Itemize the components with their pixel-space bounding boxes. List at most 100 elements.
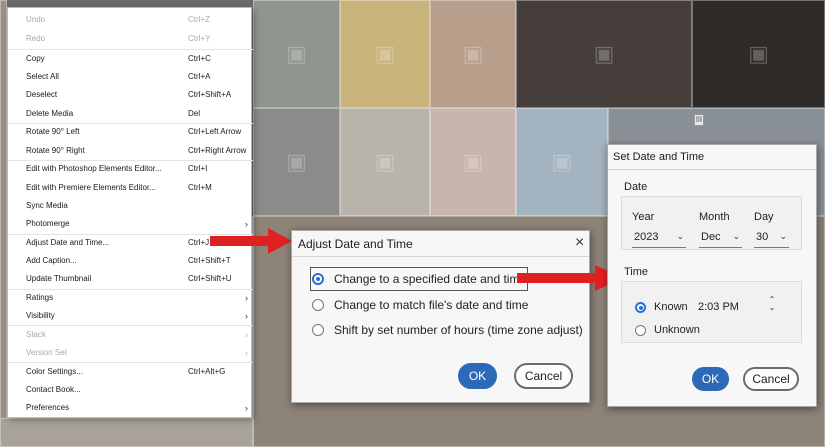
adjust-date-time-dialog: Adjust Date and Time × Change to a speci…: [291, 230, 590, 403]
menu-item-update-thumbnail[interactable]: Update Thumbnail Ctrl+Shift+U: [8, 270, 253, 288]
menu-item-visibility[interactable]: Visibility ›: [8, 307, 253, 325]
gallery-photo[interactable]: [0, 0, 7, 447]
month-select[interactable]: Dec ⌄: [699, 230, 742, 248]
radio-button: [635, 324, 646, 336]
option-match-file-date[interactable]: Change to match file's date and time: [312, 295, 528, 315]
unknown-label: Unknown: [654, 324, 700, 336]
menu-label: Rotate 90° Left: [26, 127, 80, 136]
cancel-button[interactable]: Cancel: [743, 367, 799, 391]
time-panel: Known 2:03 PM ⌃ ⌄ Unknown: [621, 281, 802, 343]
menu-item-sync-media[interactable]: Sync Media: [8, 197, 253, 215]
menu-label: Redo: [26, 34, 46, 43]
radio-button: [312, 299, 324, 311]
menu-shortcut: Ctrl+A: [188, 72, 211, 81]
menu-label: Add Caption...: [26, 256, 77, 265]
file-icon: ▤: [694, 114, 704, 126]
menu-shortcut: Ctrl+J: [188, 238, 210, 247]
menu-label: Color Settings...: [26, 367, 83, 376]
menu-label: Version Set: [26, 348, 67, 357]
menu-label: Delete Media: [26, 109, 74, 118]
menu-item-edit-premiere[interactable]: Edit with Premiere Elements Editor... Ctr…: [8, 179, 253, 197]
menu-item-delete-media[interactable]: Delete Media Del: [8, 105, 253, 123]
gallery-photo[interactable]: [0, 418, 253, 447]
year-label: Year: [632, 211, 655, 223]
menu-label: Undo: [26, 15, 46, 24]
menu-shortcut: Ctrl+Y: [188, 34, 211, 43]
menu-label: Ratings: [26, 293, 54, 302]
month-value: Dec: [701, 231, 721, 243]
menu-label: Stack: [26, 330, 47, 339]
photo-icon: ▣: [286, 41, 307, 66]
cancel-button[interactable]: Cancel: [514, 363, 573, 389]
radio-button: [312, 324, 324, 336]
menu-label: Visibility: [26, 311, 55, 320]
menu-item-rotate-left[interactable]: Rotate 90° Left Ctrl+Left Arrow: [8, 123, 253, 141]
ok-button[interactable]: OK: [692, 367, 729, 391]
gallery-photo[interactable]: ▣: [430, 0, 516, 108]
dialog-title: Adjust Date and Time: [298, 237, 413, 251]
menu-shortcut: Ctrl+Left Arrow: [188, 127, 242, 136]
menu-shortcut: Ctrl+Z: [188, 15, 210, 24]
menu-item-preferences[interactable]: Preferences ›: [8, 399, 253, 417]
gallery-photo[interactable]: ▣: [340, 0, 430, 108]
gallery-photo[interactable]: ▣: [516, 0, 692, 108]
menu-item-undo[interactable]: Undo Ctrl+Z: [8, 11, 253, 29]
photo-icon: ▣: [374, 41, 396, 66]
option-label: Change to a specified date and time: [334, 272, 527, 286]
gallery-photo[interactable]: ▣: [340, 108, 430, 216]
ok-button[interactable]: OK: [458, 363, 497, 389]
gallery-photo[interactable]: ▣: [516, 108, 608, 216]
time-value[interactable]: 2:03 PM: [698, 301, 739, 313]
year-value: 2023: [634, 231, 659, 243]
photo-icon: ▣: [593, 41, 615, 66]
menu-shortcut: Ctrl+Right Arrow: [188, 146, 247, 155]
menu-label: Edit with Premiere Elements Editor...: [26, 183, 156, 192]
menu-item-ratings[interactable]: Ratings ›: [8, 289, 253, 307]
gallery-photo[interactable]: ▣: [253, 0, 340, 108]
menu-label: Update Thumbnail: [26, 274, 92, 283]
menu-shortcut: Ctrl+M: [188, 183, 212, 192]
photo-icon: ▣: [374, 149, 396, 174]
dialog-title: Set Date and Time: [613, 151, 705, 163]
set-date-time-dialog: Set Date and Time Date Year Month Day 20…: [607, 144, 817, 407]
menu-item-copy[interactable]: Copy Ctrl+C: [8, 50, 253, 68]
chevron-right-icon: ›: [245, 348, 248, 358]
menu-item-version-set[interactable]: Version Set ›: [8, 344, 253, 362]
menu-item-deselect[interactable]: Deselect Ctrl+Shift+A: [8, 86, 253, 104]
gallery-photo[interactable]: ▣: [253, 108, 340, 216]
menu-item-stack[interactable]: Stack ›: [8, 326, 253, 344]
chevron-down-icon[interactable]: ⌄: [767, 304, 777, 312]
menu-item-color-settings[interactable]: Color Settings... Ctrl+Alt+G: [8, 363, 253, 381]
menu-item-rotate-right[interactable]: Rotate 90° Right Ctrl+Right Arrow: [8, 142, 253, 160]
photo-icon: ▣: [748, 41, 769, 66]
menu-label: Select All: [26, 72, 59, 81]
menu-shortcut: Ctrl+I: [188, 164, 208, 173]
time-stepper[interactable]: ⌃ ⌄: [767, 296, 777, 312]
menu-label: Adjust Date and Time...: [26, 238, 110, 247]
time-known-option[interactable]: Known: [635, 301, 688, 313]
menu-item-edit-photoshop[interactable]: Edit with Photoshop Elements Editor... Ct…: [8, 160, 253, 178]
time-unknown-option[interactable]: Unknown: [635, 324, 700, 336]
day-select[interactable]: 30 ⌄: [754, 230, 789, 248]
chevron-right-icon: ›: [245, 293, 248, 303]
gallery-photo[interactable]: ▣: [430, 108, 516, 216]
option-specified-date[interactable]: Change to a specified date and time: [309, 267, 529, 291]
year-select[interactable]: 2023 ⌄: [632, 230, 686, 248]
menu-item-select-all[interactable]: Select All Ctrl+A: [8, 68, 253, 86]
dialog-divider: [608, 169, 816, 170]
menu-shortcut: Ctrl+Shift+U: [188, 274, 232, 283]
menu-item-contact-book[interactable]: Contact Book...: [8, 381, 253, 399]
chevron-right-icon: ›: [245, 330, 248, 340]
photo-icon: ▣: [551, 149, 573, 174]
menu-item-redo[interactable]: Redo Ctrl+Y: [8, 30, 253, 48]
chevron-right-icon: ›: [245, 403, 248, 413]
menu-label: Photomerge: [26, 219, 70, 228]
menu-label: Copy: [26, 54, 45, 63]
option-shift-hours[interactable]: Shift by set number of hours (time zone …: [312, 320, 583, 340]
chevron-down-icon: ⌄: [779, 231, 787, 241]
gallery-photo[interactable]: ▣: [692, 0, 825, 108]
day-value: 30: [756, 231, 769, 243]
month-label: Month: [699, 211, 730, 223]
time-section-label: Time: [624, 266, 649, 278]
close-icon[interactable]: ×: [575, 235, 584, 251]
